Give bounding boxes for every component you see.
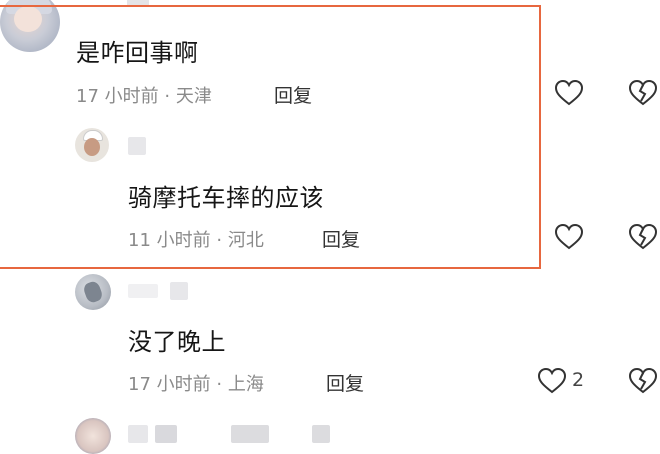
comment-time: 17 小时前 — [128, 374, 211, 395]
broken-heart-icon[interactable] — [628, 367, 658, 395]
avatar[interactable] — [75, 274, 111, 310]
blurred-username — [128, 284, 158, 298]
like-count: 2 — [572, 369, 585, 391]
heart-outline-icon[interactable] — [554, 223, 584, 251]
heart-outline-icon[interactable] — [537, 367, 567, 395]
highlight-box — [0, 5, 541, 269]
heart-outline-icon[interactable] — [554, 79, 584, 107]
blurred-username — [170, 282, 188, 300]
comment-text: 没了晚上 — [128, 328, 226, 356]
avatar-figure — [82, 279, 104, 305]
blurred-username — [128, 425, 148, 443]
blurred-username — [312, 425, 330, 443]
broken-heart-icon[interactable] — [628, 79, 658, 107]
comment-location: 上海 — [227, 374, 264, 395]
meta-separator: · — [216, 374, 223, 395]
broken-heart-icon[interactable] — [628, 223, 658, 251]
blurred-username — [231, 425, 269, 443]
avatar[interactable] — [75, 418, 111, 454]
reply-button[interactable]: 回复 — [326, 369, 364, 396]
comment-meta: 17 小时前 · 上海 — [128, 370, 264, 396]
blurred-username — [155, 425, 177, 443]
